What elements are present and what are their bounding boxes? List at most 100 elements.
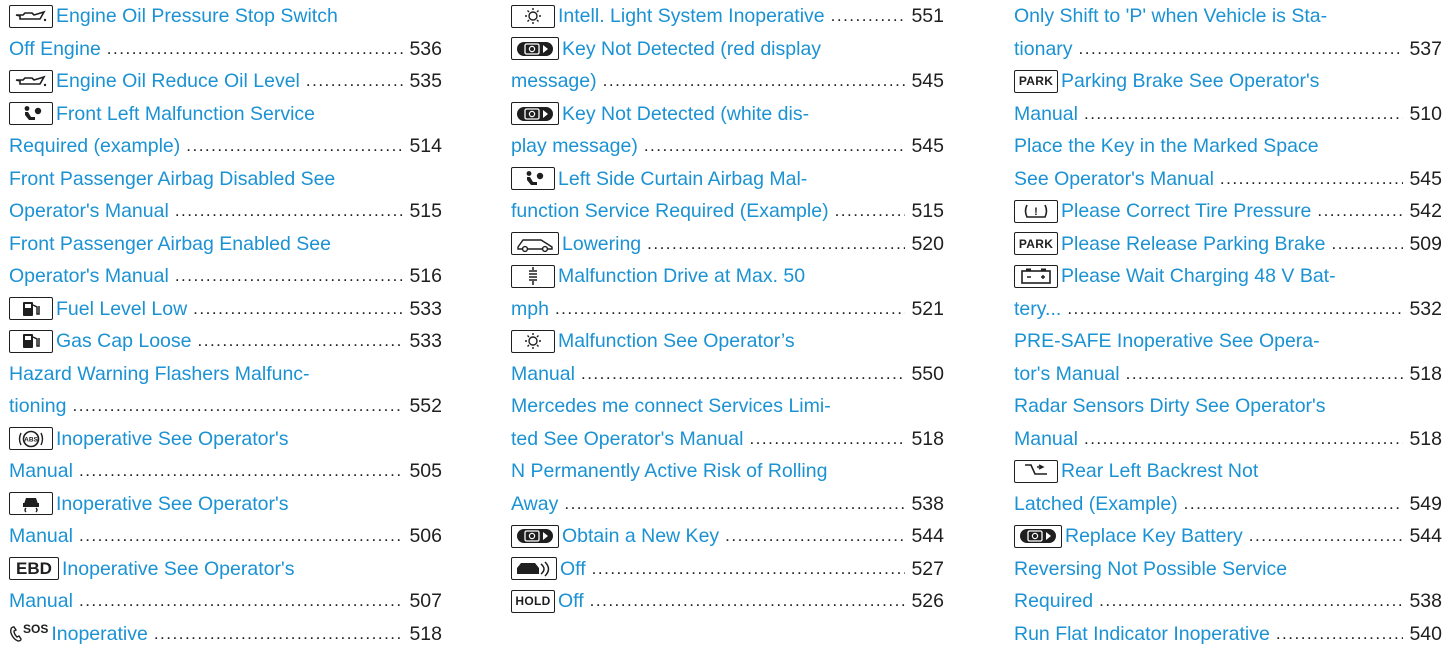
index-entry[interactable]: Malfunction See Operator’sManual550 xyxy=(511,325,944,390)
index-entry-text[interactable]: Only Shift to 'P' when Vehicle is Sta- xyxy=(1014,0,1327,33)
index-entry[interactable]: HOLDOff526 xyxy=(511,585,944,618)
index-entry[interactable]: Inoperative See Operator'sManual506 xyxy=(9,488,442,553)
index-entry-text[interactable]: Manual xyxy=(511,358,575,391)
index-entry-text[interactable]: Left Side Curtain Airbag Mal- xyxy=(558,163,807,196)
key-icon xyxy=(511,102,559,125)
index-entry[interactable]: N Permanently Active Risk of RollingAway… xyxy=(511,455,944,520)
index-entry[interactable]: Hazard Warning Flashers Malfunc-tioning5… xyxy=(9,358,442,423)
index-entry[interactable]: Front Left Malfunction ServiceRequired (… xyxy=(9,98,442,163)
index-entry-text[interactable]: See Operator's Manual xyxy=(1014,163,1214,196)
index-entry-text[interactable]: Engine Oil Pressure Stop Switch xyxy=(56,0,338,33)
index-entry[interactable]: !Please Correct Tire Pressure542 xyxy=(1014,195,1442,228)
index-entry[interactable]: PARKPlease Release Parking Brake509 xyxy=(1014,228,1442,261)
index-entry-text[interactable]: Off Engine xyxy=(9,33,101,66)
index-entry-text[interactable]: Off xyxy=(558,585,584,618)
index-entry[interactable]: Please Wait Charging 48 V Bat-tery...532 xyxy=(1014,260,1442,325)
index-entry-text[interactable]: ted See Operator's Manual xyxy=(511,423,743,456)
index-entry[interactable]: Replace Key Battery544 xyxy=(1014,520,1442,553)
index-entry[interactable]: Lowering520 xyxy=(511,228,944,261)
index-entry-text[interactable]: Hazard Warning Flashers Malfunc- xyxy=(9,358,310,391)
index-entry-text[interactable]: Rear Left Backrest Not xyxy=(1061,455,1258,488)
page-number: 518 xyxy=(911,423,944,456)
index-entry-text[interactable]: Gas Cap Loose xyxy=(56,325,192,358)
index-entry-text[interactable]: Parking Brake See Operator's xyxy=(1061,65,1319,98)
index-entry[interactable]: EBDInoperative See Operator'sManual507 xyxy=(9,553,442,618)
index-entry-text[interactable]: Place the Key in the Marked Space xyxy=(1014,130,1319,163)
index-entry-text[interactable]: Fuel Level Low xyxy=(56,293,187,326)
index-entry-text[interactable]: Please Release Parking Brake xyxy=(1061,228,1325,261)
index-entry-text[interactable]: tery... xyxy=(1014,293,1061,326)
index-entry-text[interactable]: Inoperative xyxy=(51,618,147,650)
index-entry-text[interactable]: PRE-SAFE Inoperative See Opera- xyxy=(1014,325,1320,358)
index-entry-text[interactable]: Required xyxy=(1014,585,1093,618)
index-entry-text[interactable]: Required (example) xyxy=(9,130,180,163)
index-entry[interactable]: Run Flat Indicator Inoperative540 xyxy=(1014,618,1442,650)
index-entry-text[interactable]: tioning xyxy=(9,390,66,423)
index-entry-text[interactable]: Please Wait Charging 48 V Bat- xyxy=(1061,260,1336,293)
index-entry-text[interactable]: Manual xyxy=(1014,423,1078,456)
index-entry[interactable]: Key Not Detected (white dis-play message… xyxy=(511,98,944,163)
index-entry-text[interactable]: Reversing Not Possible Service xyxy=(1014,553,1287,586)
index-entry-text[interactable]: Off xyxy=(560,553,586,586)
index-entry-text[interactable]: Engine Oil Reduce Oil Level xyxy=(56,65,300,98)
index-entry[interactable]: Off527 xyxy=(511,553,944,586)
index-entry[interactable]: Only Shift to 'P' when Vehicle is Sta-ti… xyxy=(1014,0,1442,65)
index-entry[interactable]: Malfunction Drive at Max. 50mph521 xyxy=(511,260,944,325)
index-entry-text[interactable]: Lowering xyxy=(562,228,641,261)
index-entry[interactable]: Rear Left Backrest NotLatched (Example)5… xyxy=(1014,455,1442,520)
index-entry-text[interactable]: Inoperative See Operator's xyxy=(56,488,288,521)
index-entry[interactable]: Fuel Level Low533 xyxy=(9,293,442,326)
index-entry-text[interactable]: tionary xyxy=(1014,33,1073,66)
index-entry[interactable]: Place the Key in the Marked SpaceSee Ope… xyxy=(1014,130,1442,195)
index-entry[interactable]: Engine Oil Reduce Oil Level535 xyxy=(9,65,442,98)
index-entry-text[interactable]: message) xyxy=(511,65,597,98)
index-entry-line: Front Left Malfunction Service xyxy=(9,98,442,131)
index-entry-line: ted See Operator's Manual 518 xyxy=(511,423,944,456)
index-entry[interactable]: Front Passenger Airbag Enabled SeeOperat… xyxy=(9,228,442,293)
index-entry[interactable]: ABSInoperative See Operator'sManual505 xyxy=(9,423,442,488)
index-entry-text[interactable]: Front Passenger Airbag Enabled See xyxy=(9,228,331,261)
index-entry-text[interactable]: Key Not Detected (red display xyxy=(562,33,821,66)
index-entry-text[interactable]: tor's Manual xyxy=(1014,358,1120,391)
index-entry-text[interactable]: Radar Sensors Dirty See Operator's xyxy=(1014,390,1326,423)
index-entry[interactable]: Obtain a New Key544 xyxy=(511,520,944,553)
index-entry-text[interactable]: Please Correct Tire Pressure xyxy=(1061,195,1311,228)
index-entry-text[interactable]: Manual xyxy=(1014,98,1078,131)
index-entry-text[interactable]: Operator's Manual xyxy=(9,260,169,293)
index-entry-text[interactable]: Mercedes me connect Services Limi- xyxy=(511,390,831,423)
index-entry[interactable]: Mercedes me connect Services Limi-ted Se… xyxy=(511,390,944,455)
index-entry-text[interactable]: Malfunction Drive at Max. 50 xyxy=(558,260,805,293)
index-entry[interactable]: Left Side Curtain Airbag Mal-function Se… xyxy=(511,163,944,228)
index-entry-text[interactable]: Malfunction See Operator’s xyxy=(558,325,795,358)
index-entry[interactable]: Radar Sensors Dirty See Operator'sManual… xyxy=(1014,390,1442,455)
index-entry-text[interactable]: Key Not Detected (white dis- xyxy=(562,98,809,131)
index-entry-text[interactable]: Manual xyxy=(9,585,73,618)
index-entry-text[interactable]: Front Left Malfunction Service xyxy=(56,98,315,131)
index-entry-text[interactable]: Intell. Light System Inoperative xyxy=(558,0,825,33)
svg-text:!: ! xyxy=(1034,206,1038,218)
index-entry[interactable]: Key Not Detected (red displaymessage)545 xyxy=(511,33,944,98)
index-entry-text[interactable]: Inoperative See Operator's xyxy=(62,553,294,586)
index-entry[interactable]: Intell. Light System Inoperative551 xyxy=(511,0,944,33)
index-entry-text[interactable]: Operator's Manual xyxy=(9,195,169,228)
index-entry-text[interactable]: Latched (Example) xyxy=(1014,488,1178,521)
index-entry[interactable]: Engine Oil Pressure Stop SwitchOff Engin… xyxy=(9,0,442,65)
index-entry-text[interactable]: Manual xyxy=(9,455,73,488)
index-entry-text[interactable]: Obtain a New Key xyxy=(562,520,719,553)
index-entry[interactable]: Reversing Not Possible ServiceRequired53… xyxy=(1014,553,1442,618)
index-entry[interactable]: Front Passenger Airbag Disabled SeeOpera… xyxy=(9,163,442,228)
index-entry-text[interactable]: Replace Key Battery xyxy=(1065,520,1243,553)
index-entry-text[interactable]: Away xyxy=(511,488,558,521)
index-entry-text[interactable]: Inoperative See Operator's xyxy=(56,423,288,456)
index-entry[interactable]: SOSInoperative518 xyxy=(9,618,442,650)
index-entry-text[interactable]: Manual xyxy=(9,520,73,553)
index-entry[interactable]: Gas Cap Loose533 xyxy=(9,325,442,358)
index-entry-text[interactable]: function Service Required (Example) xyxy=(511,195,829,228)
index-entry-text[interactable]: Run Flat Indicator Inoperative xyxy=(1014,618,1270,650)
index-entry[interactable]: PARKParking Brake See Operator'sManual51… xyxy=(1014,65,1442,130)
index-entry[interactable]: PRE-SAFE Inoperative See Opera-tor's Man… xyxy=(1014,325,1442,390)
index-entry-text[interactable]: play message) xyxy=(511,130,638,163)
index-entry-text[interactable]: Front Passenger Airbag Disabled See xyxy=(9,163,335,196)
index-entry-text[interactable]: mph xyxy=(511,293,549,326)
index-entry-text[interactable]: N Permanently Active Risk of Rolling xyxy=(511,455,827,488)
